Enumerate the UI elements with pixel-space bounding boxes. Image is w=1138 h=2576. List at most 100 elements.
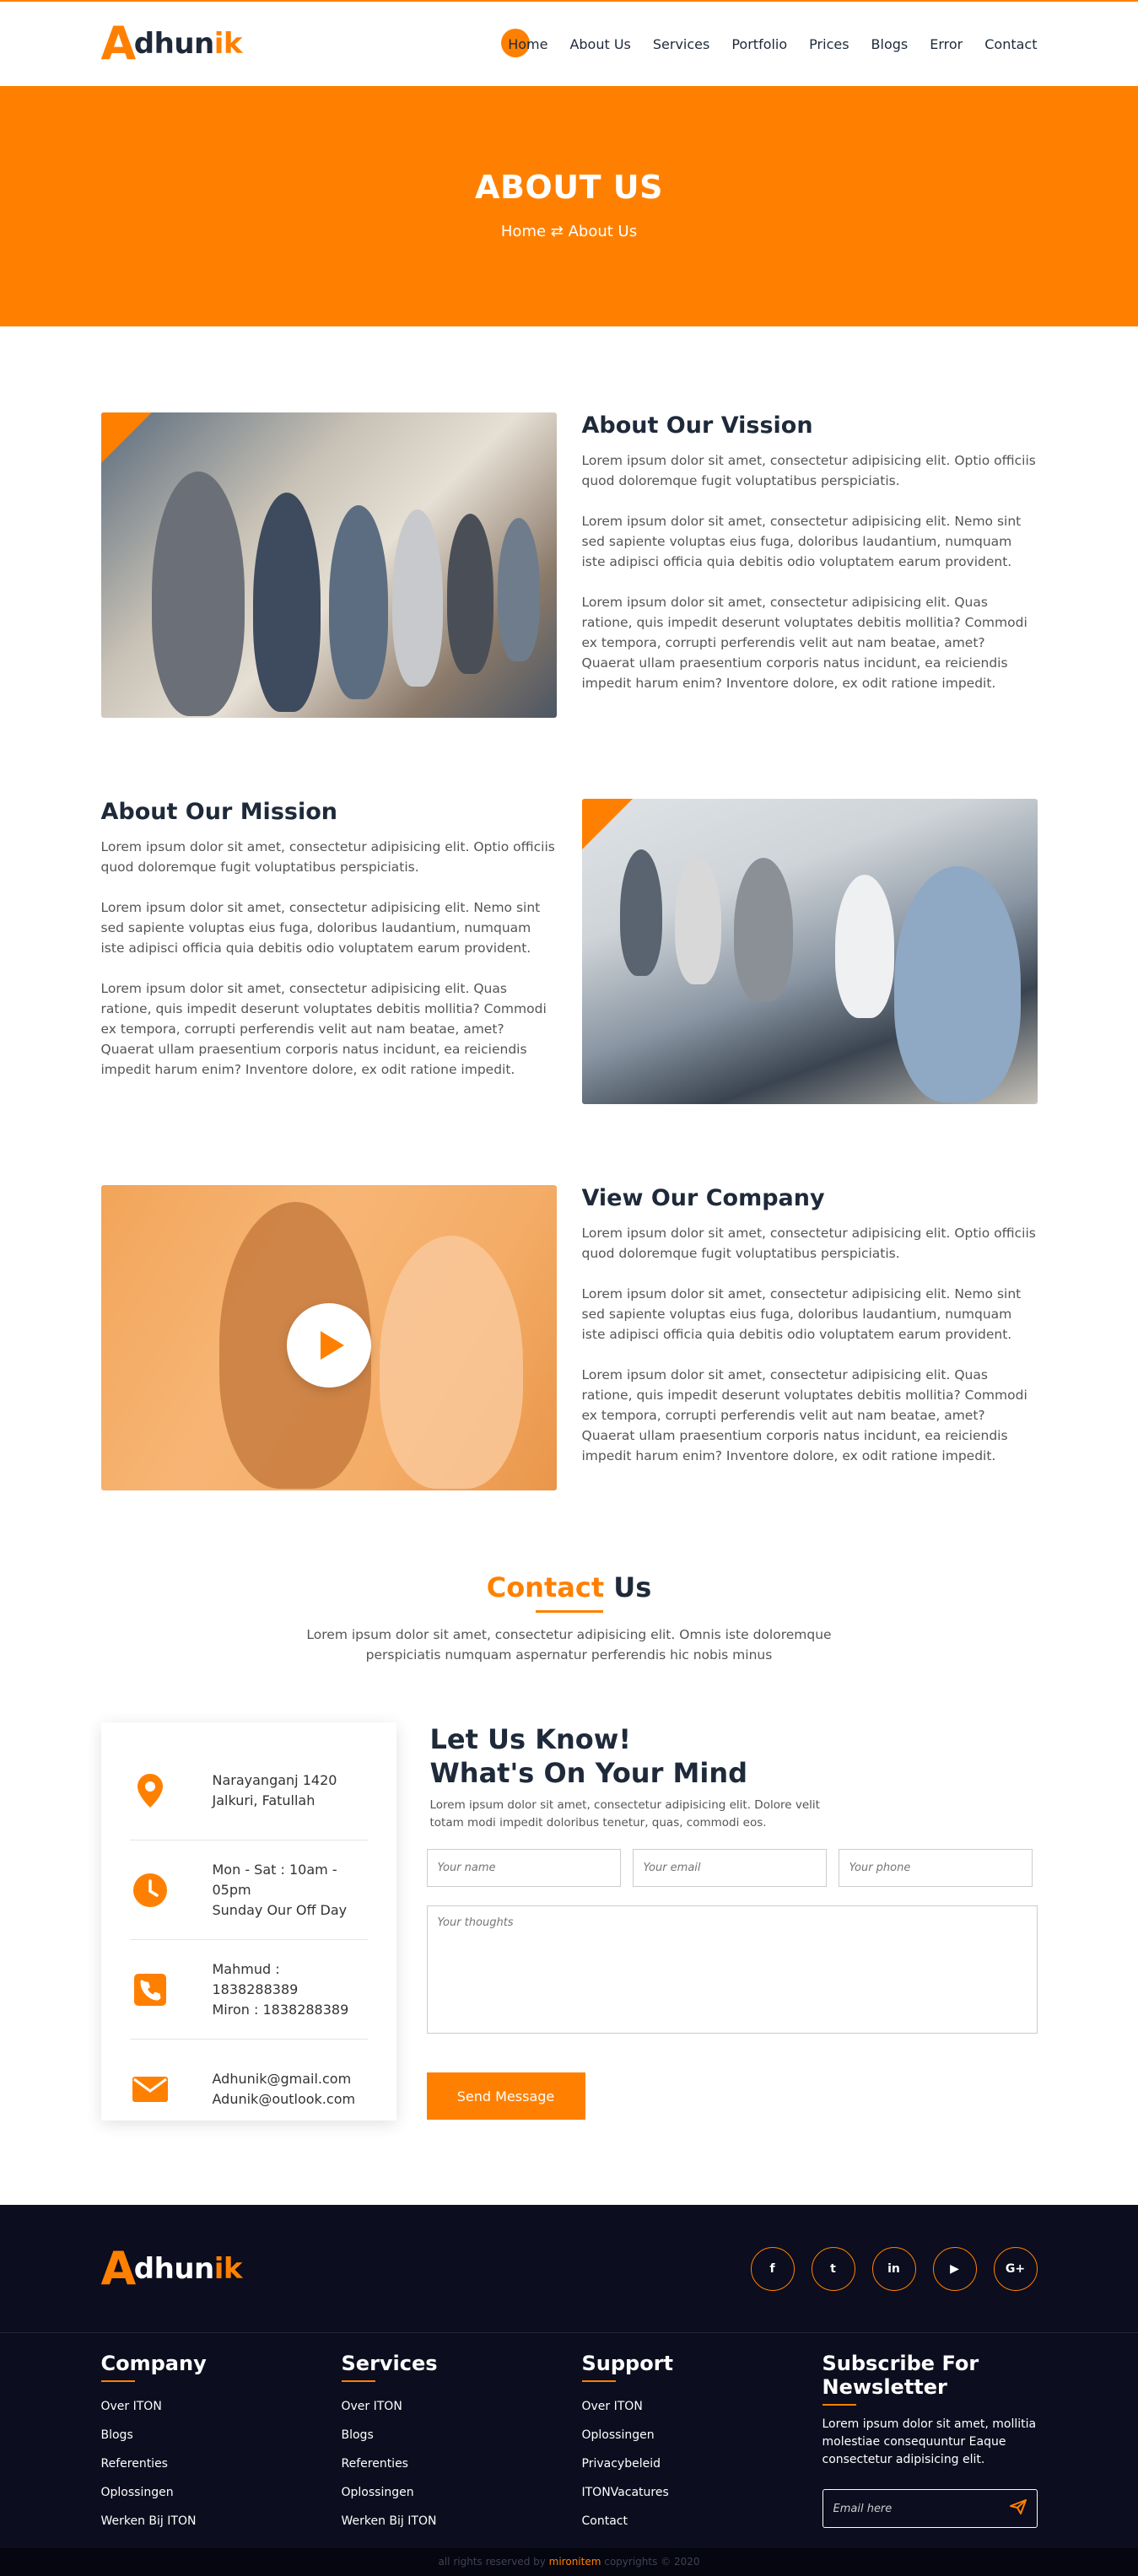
footer-col-title: Services [341,2352,438,2375]
person-figure [328,505,388,699]
info-line: Adunik@outlook.com [212,2091,356,2107]
page-title: ABOUT US [475,169,663,206]
contact-section: Contact Us Lorem ipsum dolor sit amet, c… [100,1571,1038,2121]
logo-text: dhun [133,27,214,61]
address-item: Narayanganj 1420 Jalkuri, Fatullah [129,1741,368,1840]
person-figure [893,866,1021,1102]
footer-link[interactable]: Over ITON [582,2392,822,2421]
section-paragraph: Lorem ipsum dolor sit amet, consectetur … [581,595,1027,691]
footer-link[interactable]: Over ITON [101,2392,342,2421]
nav-blogs[interactable]: Blogs [871,36,909,52]
footer-logo[interactable]: A dhun ik [101,2246,243,2292]
twitter-icon[interactable]: t [811,2247,855,2291]
section-paragraph: Lorem ipsum dolor sit amet, consectetur … [100,839,555,875]
brand-logo[interactable]: A dhun ik [101,21,243,67]
info-line: Narayanganj 1420 [212,1771,337,1788]
nav-prices[interactable]: Prices [809,36,849,52]
email-field[interactable] [632,1849,827,1887]
section-paragraph: Lorem ipsum dolor sit amet, consectetur … [581,1367,1027,1463]
person-figure [379,1236,523,1489]
person-figure [446,514,493,674]
form-title-line-1: Let Us Know! [429,1723,631,1755]
nav-services[interactable]: Services [653,36,709,52]
footer-link[interactable]: Referenties [101,2449,342,2478]
person-figure [391,509,443,687]
footer-link[interactable]: Oplossingen [582,2421,822,2449]
footer-link[interactable]: Blogs [101,2421,342,2449]
google-plus-icon[interactable]: G+ [993,2247,1038,2291]
contact-form: Let Us Know! What's On Your Mind Lorem ip… [426,1722,1038,2121]
contact-info-card: Narayanganj 1420 Jalkuri, Fatullah Mon - … [100,1722,396,2121]
company-text: View Our Company Lorem ipsum dolor sit a… [582,1185,1038,1490]
section-paragraph: Lorem ipsum dolor sit amet, consectetur … [100,900,541,956]
nav-about[interactable]: About Us [569,36,630,52]
footer-title-underline [581,2380,616,2382]
youtube-icon[interactable]: ▶ [932,2247,977,2291]
person-figure [252,493,321,712]
thoughts-field[interactable] [426,1905,1038,2034]
newsletter-email-input[interactable] [833,2502,985,2515]
nav-contact[interactable]: Contact [984,36,1037,52]
social-links: f t in ▶ G+ [750,2247,1038,2291]
person-figure [619,849,662,976]
phone-item: Mahmud : 1838288389 Miron : 1838288389 [129,1940,368,2040]
send-plane-icon[interactable] [1009,2499,1027,2518]
footer-col-newsletter: Subscribe For Newsletter Lorem ipsum dol… [822,2352,1038,2548]
footer-link[interactable]: Oplossingen [101,2478,342,2507]
logo-letter: A [100,2242,137,2295]
copyright-brand[interactable]: mironitem [549,2556,601,2568]
phone-field[interactable] [838,1849,1033,1887]
footer-link[interactable]: Oplossingen [342,2478,582,2507]
envelope-icon [130,2077,170,2102]
breadcrumb-home[interactable]: Home [501,223,546,240]
person-figure [674,858,721,984]
footer-link[interactable]: Referenties [342,2449,582,2478]
logo-letter: A [100,17,137,70]
info-line: Mahmud : 1838288389 [212,1960,299,1997]
footer-columns: Company Over ITON Blogs Referenties Oplo… [100,2333,1038,2548]
hours-item: Mon - Sat : 10am - 05pm Sunday Our Off Da… [129,1840,368,1940]
form-subtitle: Lorem ipsum dolor sit amet, consectetur … [429,1798,820,1830]
vision-row: About Our Vission Lorem ipsum dolor sit … [100,412,1038,718]
footer-top: A dhun ik f t in ▶ G+ [0,2205,1138,2333]
send-message-button[interactable]: Send Message [426,2072,585,2120]
footer-title-underline [100,2380,135,2382]
footer-link[interactable]: Privacybeleid [582,2449,822,2478]
breadcrumb-separator-icon: ⇄ [550,223,564,240]
footer-link[interactable]: Contact [582,2507,822,2536]
mission-text: About Our Mission Lorem ipsum dolor sit … [101,799,557,1104]
contact-intro: Lorem ipsum dolor sit amet, consectetur … [306,1627,832,1663]
nav-error[interactable]: Error [930,36,963,52]
section-title: View Our Company [581,1185,825,1211]
mission-row: About Our Mission Lorem ipsum dolor sit … [101,799,1038,1104]
title-underline [535,1610,603,1613]
footer-link[interactable]: Werken Bij ITON [101,2507,342,2536]
footer-title-underline [822,2404,856,2406]
video-thumbnail[interactable] [100,1185,557,1490]
footer-link[interactable]: Over ITON [342,2392,582,2421]
person-figure [497,518,540,661]
section-title: About Our Vission [581,412,813,439]
facebook-icon[interactable]: f [750,2247,795,2291]
name-field[interactable] [426,1849,621,1887]
newsletter-text: Lorem ipsum dolor sit amet, mollitia mol… [822,2417,1037,2466]
section-paragraph: Lorem ipsum dolor sit amet, consectetur … [100,981,547,1077]
logo-accent: ik [213,2252,243,2286]
linkedin-icon[interactable]: in [871,2247,916,2291]
footer-link[interactable]: Werken Bij ITON [342,2507,582,2536]
nav-home[interactable]: Home [501,28,547,57]
footer-col-company: Company Over ITON Blogs Referenties Oplo… [100,2352,342,2548]
play-button-icon[interactable] [286,1303,371,1388]
footer-link[interactable]: Blogs [342,2421,582,2449]
site-header: A dhun ik Home About Us Services Portfol… [0,2,1138,86]
contact-title-accent: Contact [486,1571,605,1603]
contact-title-rest: Us [604,1571,652,1603]
breadcrumb-current: About Us [568,223,638,240]
nav-portfolio[interactable]: Portfolio [731,36,787,52]
footer-link[interactable]: ITONVacatures [582,2478,822,2507]
copyright-year: copyrights © 2020 [601,2556,700,2568]
contact-title: Contact Us [101,1571,1038,1603]
logo-accent: ik [213,27,243,61]
person-figure [834,875,894,1018]
office-photo [581,799,1038,1104]
